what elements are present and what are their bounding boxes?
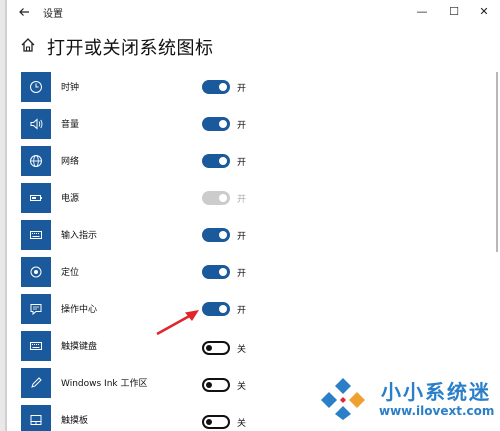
toggle-switch[interactable] bbox=[202, 378, 230, 392]
watermark-logo-icon bbox=[321, 378, 365, 420]
toggle-switch[interactable] bbox=[202, 302, 230, 316]
toggle-switch[interactable] bbox=[202, 80, 230, 94]
list-item-location: 定位 开 bbox=[21, 257, 491, 291]
toggle-switch[interactable] bbox=[202, 154, 230, 168]
maximize-button[interactable]: ☐ bbox=[439, 2, 469, 22]
close-button[interactable]: ✕ bbox=[469, 2, 499, 22]
list-item-touch-keyboard: 触摸键盘 关 bbox=[21, 331, 491, 365]
item-label: Windows Ink 工作区 bbox=[61, 379, 148, 389]
home-icon[interactable] bbox=[19, 36, 37, 54]
annotation-arrow-icon bbox=[156, 310, 199, 336]
toggle-state-label: 关 bbox=[237, 382, 247, 392]
toggle-switch bbox=[202, 191, 230, 205]
watermark-brand: 小小系统迷 bbox=[381, 380, 491, 404]
keyboard-icon bbox=[21, 220, 51, 250]
watermark-url: www.ilovext.com bbox=[379, 404, 495, 418]
location-icon bbox=[21, 257, 51, 287]
scrollbar-thumb[interactable] bbox=[496, 72, 498, 252]
keyboard-icon bbox=[21, 331, 51, 361]
item-label: 网络 bbox=[61, 157, 80, 167]
minimize-button[interactable]: — bbox=[407, 2, 437, 22]
touchpad-icon bbox=[21, 405, 51, 431]
settings-window: 设置 — ☐ ✕ 打开或关闭系统图标 时钟 开 音量 开 网络 开 电源 开 输… bbox=[6, 0, 500, 431]
toggle-state-label: 开 bbox=[237, 84, 247, 94]
volume-icon bbox=[21, 109, 51, 139]
list-item-input-indicator: 输入指示 开 bbox=[21, 220, 491, 254]
back-arrow-icon bbox=[19, 8, 29, 16]
toggle-state-label: 开 bbox=[237, 195, 247, 205]
item-label: 触摸键盘 bbox=[61, 342, 98, 352]
toggle-switch[interactable] bbox=[202, 228, 230, 242]
item-label: 电源 bbox=[61, 194, 80, 204]
list-item-action-center: 操作中心 开 bbox=[21, 294, 491, 328]
item-label: 音量 bbox=[61, 120, 80, 130]
list-item-clock: 时钟 开 bbox=[21, 72, 491, 106]
toggle-switch[interactable] bbox=[202, 265, 230, 279]
back-button[interactable] bbox=[15, 3, 33, 21]
globe-icon bbox=[21, 146, 51, 176]
pen-icon bbox=[21, 368, 51, 398]
scrollbar[interactable] bbox=[495, 24, 499, 428]
list-item-volume: 音量 开 bbox=[21, 109, 491, 143]
toggle-state-label: 开 bbox=[237, 306, 247, 316]
item-label: 触摸板 bbox=[61, 416, 89, 426]
list-item-power: 电源 开 bbox=[21, 183, 491, 217]
toggle-switch[interactable] bbox=[202, 117, 230, 131]
battery-icon bbox=[21, 183, 51, 213]
item-label: 定位 bbox=[61, 268, 80, 278]
item-label: 输入指示 bbox=[61, 231, 98, 241]
page-title: 打开或关闭系统图标 bbox=[47, 38, 214, 59]
toggle-state-label: 关 bbox=[237, 345, 247, 355]
toggle-state-label: 开 bbox=[237, 269, 247, 279]
toggle-state-label: 关 bbox=[237, 419, 247, 429]
item-label: 时钟 bbox=[61, 83, 80, 93]
toggle-switch[interactable] bbox=[202, 415, 230, 429]
toggle-switch[interactable] bbox=[202, 341, 230, 355]
action-center-icon bbox=[21, 294, 51, 324]
toggle-state-label: 开 bbox=[237, 232, 247, 242]
item-label: 操作中心 bbox=[61, 305, 98, 315]
list-item-network: 网络 开 bbox=[21, 146, 491, 180]
window-title: 设置 bbox=[43, 9, 63, 20]
clock-icon bbox=[21, 72, 51, 102]
toggle-state-label: 开 bbox=[237, 121, 247, 131]
toggle-state-label: 开 bbox=[237, 158, 247, 168]
watermark: 小小系统迷 www.ilovext.com bbox=[313, 372, 500, 428]
title-bar: 设置 — ☐ ✕ bbox=[7, 0, 500, 24]
